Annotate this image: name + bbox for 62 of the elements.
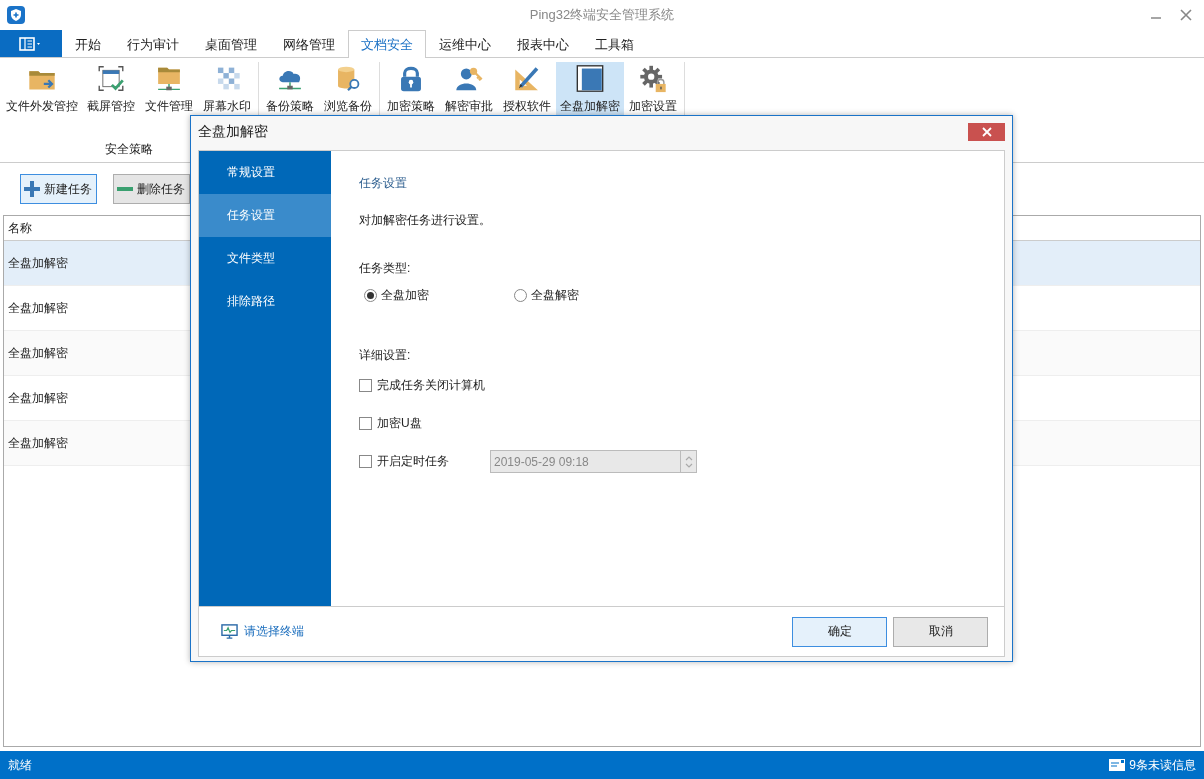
minimize-icon — [1151, 17, 1161, 19]
radio-option[interactable]: 全盘解密 — [514, 287, 664, 304]
window-icon — [574, 64, 606, 93]
radio-button[interactable] — [364, 289, 377, 302]
menu-tab[interactable]: 报表中心 — [504, 30, 582, 58]
sidebar-item[interactable]: 常规设置 — [199, 151, 331, 194]
sidebar-item[interactable]: 文件类型 — [199, 237, 331, 280]
task-type-label: 任务类型: — [359, 260, 412, 277]
checkbox[interactable] — [359, 379, 372, 392]
close-button[interactable] — [968, 123, 1005, 141]
panel-dropdown-icon — [19, 36, 43, 51]
select-terminal-link[interactable]: 请选择终端 — [221, 623, 304, 640]
menu-tab[interactable]: 桌面管理 — [192, 30, 270, 58]
sidebar-item[interactable]: 任务设置 — [199, 194, 331, 237]
delete-task-button[interactable]: 删除任务 — [113, 174, 190, 204]
gear-lock-icon — [637, 64, 669, 93]
spinner-arrows-icon — [684, 454, 693, 469]
close-icon — [981, 127, 992, 137]
detail-label: 详细设置: — [359, 347, 412, 364]
radio-option[interactable]: 全盘加密 — [364, 287, 514, 304]
cancel-button[interactable]: 取消 — [893, 616, 988, 647]
radio-label: 全盘加密 — [381, 287, 429, 304]
radio-label: 全盘解密 — [531, 287, 579, 304]
menu-tab[interactable]: 开始 — [62, 30, 114, 58]
section-title: 任务设置 — [359, 175, 408, 192]
unread-messages: 9条未读信息 — [1129, 756, 1196, 774]
status-text: 就绪 — [8, 756, 32, 774]
ribbon-button[interactable]: 解密审批 — [440, 62, 498, 118]
checkbox-label: 完成任务关闭计算机 — [377, 377, 485, 394]
app-menu-button[interactable] — [0, 30, 62, 57]
radio-button[interactable] — [514, 289, 527, 302]
window-title: Ping32终端安全管理系统 — [529, 7, 675, 22]
description-text: 对加解密任务进行设置。 — [359, 212, 492, 229]
group-label: 安全策略 — [105, 141, 153, 158]
ribbon-button[interactable]: 文件外发管控 — [2, 62, 82, 118]
sidebar-item[interactable]: 排除路径 — [199, 280, 331, 323]
shield-icon — [7, 6, 25, 24]
plus-icon — [23, 180, 41, 198]
new-task-button[interactable]: 新建任务 — [20, 174, 97, 204]
menu-tab[interactable]: 行为审计 — [114, 30, 192, 58]
ok-button[interactable]: 确定 — [792, 616, 887, 647]
checkbox[interactable] — [359, 417, 372, 430]
monitor-icon — [221, 623, 238, 640]
ribbon-button[interactable]: 截屏管控 — [82, 62, 140, 118]
close-icon — [1178, 7, 1194, 23]
column-header: 名称 — [7, 219, 32, 237]
dialog-title: 全盘加解密 — [198, 123, 268, 141]
ribbon-button[interactable]: 备份策略 — [261, 62, 319, 118]
menu-tab[interactable]: 运维中心 — [426, 30, 504, 58]
ribbon-button[interactable]: 全盘加解密 — [556, 62, 624, 118]
checkbox-label: 开启定时任务 — [377, 453, 449, 470]
close-button[interactable] — [1178, 7, 1194, 23]
ribbon-button[interactable]: 加密策略 — [382, 62, 440, 118]
menu-tab[interactable]: 工具箱 — [582, 30, 647, 58]
ribbon-button[interactable]: 文件管理 — [140, 62, 198, 118]
checkbox[interactable] — [359, 455, 372, 468]
minus-icon — [116, 187, 134, 191]
ribbon-button[interactable]: 屏幕水印 — [198, 62, 256, 118]
menu-tab[interactable]: 文档安全 — [348, 30, 426, 58]
menu-tab[interactable]: 网络管理 — [270, 30, 348, 58]
envelope-icon — [1109, 759, 1126, 771]
checkbox-label: 加密U盘 — [377, 415, 422, 432]
